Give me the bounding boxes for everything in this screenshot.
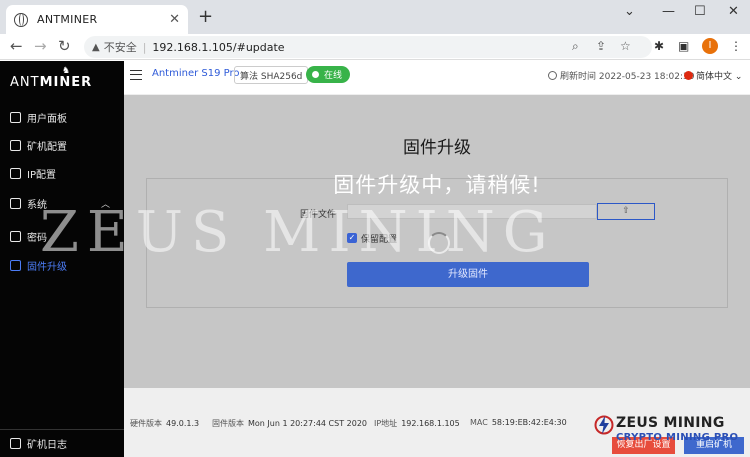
log-icon xyxy=(10,438,21,449)
top-header: Antminer S19 Pro 算法 SHA256d 在线 刷新时间 2022… xyxy=(124,61,750,95)
reload-icon[interactable]: ↻ xyxy=(58,37,71,55)
upgrade-firmware-button[interactable]: 升级固件 xyxy=(347,262,589,287)
lock-icon xyxy=(10,230,21,242)
extensions-icon[interactable]: ✱ xyxy=(654,39,664,53)
browser-tab-bar: ANTMINER ✕ + ⌄ — ☐ ✕ xyxy=(0,0,750,34)
upgrade-icon xyxy=(10,259,21,271)
zoom-icon[interactable]: ⌕ xyxy=(572,39,579,54)
separator: | xyxy=(142,40,147,54)
app-window: ANTMINER ✕ + ⌄ — ☐ ✕ ← → ↻ ▲ 不安全 | 192.1… xyxy=(0,0,750,457)
bookmark-star-icon[interactable]: ☆ xyxy=(620,39,631,53)
profile-avatar[interactable]: I xyxy=(702,38,718,54)
china-flag-icon xyxy=(684,71,693,80)
sidebar-item-label: 矿机配置 xyxy=(27,141,67,153)
firmware-value: Mon Jun 1 20:27:44 CST 2020 xyxy=(248,419,368,428)
algorithm-badge: 算法 SHA256d xyxy=(234,66,309,84)
clock-icon xyxy=(548,71,557,80)
logo-ant: ANT xyxy=(10,75,40,90)
warning-icon: ▲ xyxy=(92,41,100,53)
mac-value: 58:19:EB:42:E4:30 xyxy=(491,418,567,427)
globe-icon xyxy=(14,12,28,27)
sidebar-item-label: 矿机日志 xyxy=(27,440,67,451)
address-toolbar: ← → ↻ ▲ 不安全 | 192.168.1.105/#update ⌕ ⇪ … xyxy=(0,34,750,60)
miner-model: Antminer S19 Pro xyxy=(152,68,240,79)
hamburger-menu-icon[interactable] xyxy=(130,70,142,80)
minimize-icon[interactable]: — xyxy=(662,4,675,19)
sidebar-item-dashboard[interactable]: 用户面板 xyxy=(0,104,124,130)
status-badge: 在线 xyxy=(306,66,351,83)
sidebar-item-label: IP配置 xyxy=(27,169,56,181)
firmware-label: 固件版本 xyxy=(212,419,244,428)
chevron-down-icon[interactable]: ⌄ xyxy=(624,4,635,19)
config-icon xyxy=(10,139,21,151)
logo-miner: MINER xyxy=(39,75,93,90)
ip-value: 192.168.1.105 xyxy=(401,419,460,428)
url-text: 192.168.1.105/#update xyxy=(152,40,285,54)
sliders-icon xyxy=(10,167,21,179)
upgrading-message: 固件升级中，请稍候! xyxy=(333,173,541,197)
zeus-lightning-logo-icon xyxy=(594,415,614,435)
language-label: 简体中文 xyxy=(696,72,733,82)
upload-icon: ⇧ xyxy=(622,206,630,216)
ip-address: IP地址 192.168.1.105 xyxy=(374,418,460,429)
page-title: 固件升级 xyxy=(403,138,471,158)
sidebar-item-ip-config[interactable]: IP配置 xyxy=(0,160,124,186)
hardware-value: 49.0.1.3 xyxy=(166,419,200,428)
chevron-down-icon: ⌄ xyxy=(734,72,743,82)
hardware-label: 硬件版本 xyxy=(130,419,162,428)
sidepanel-icon[interactable]: ▣ xyxy=(678,39,689,53)
sidebar-item-label: 用户面板 xyxy=(27,113,67,125)
share-icon[interactable]: ⇪ xyxy=(596,39,606,53)
maximize-icon[interactable]: ☐ xyxy=(694,4,706,19)
brand-watermark-line2: CRYPTO MINING PRO xyxy=(616,432,739,443)
mac-address: MAC 58:19:EB:42:E4:30 xyxy=(470,418,567,427)
refresh-label: 刷新时间 xyxy=(560,72,597,82)
forward-arrow-icon[interactable]: → xyxy=(34,37,47,55)
close-window-icon[interactable]: ✕ xyxy=(728,4,739,19)
browser-tab[interactable]: ANTMINER ✕ xyxy=(6,5,188,34)
new-tab-button[interactable]: + xyxy=(198,8,213,26)
security-label: 不安全 xyxy=(103,41,137,54)
refresh-time-value: 2022-05-23 18:02:30 xyxy=(598,72,695,82)
hardware-version: 硬件版本 49.0.1.3 xyxy=(130,418,199,429)
menu-dots-icon[interactable]: ⋮ xyxy=(730,39,742,53)
language-selector[interactable]: 简体中文 ⌄ xyxy=(684,69,742,82)
tab-title: ANTMINER xyxy=(37,13,98,26)
upload-button[interactable]: ⇧ xyxy=(597,203,655,220)
mac-label: MAC xyxy=(470,418,488,427)
logo-mark-icon: ♞ xyxy=(62,66,72,76)
brand-watermark-line1: ZEUS MINING xyxy=(616,415,725,431)
dashboard-icon xyxy=(10,111,21,123)
sidebar-item-miner-config[interactable]: 矿机配置 xyxy=(0,132,124,158)
grid-icon xyxy=(10,197,21,209)
firmware-version: 固件版本 Mon Jun 1 20:27:44 CST 2020 xyxy=(212,418,367,429)
ip-label: IP地址 xyxy=(374,419,398,428)
sidebar-item-miner-log[interactable]: 矿机日志 xyxy=(0,429,124,457)
address-bar[interactable]: ▲ 不安全 | 192.168.1.105/#update ⌕ ⇪ ☆ xyxy=(84,36,652,58)
tab-close-icon[interactable]: ✕ xyxy=(169,12,180,27)
refresh-time[interactable]: 刷新时间 2022-05-23 18:02:30 xyxy=(548,69,694,82)
antminer-logo: ♞ ANTMINER xyxy=(10,66,93,90)
back-arrow-icon[interactable]: ← xyxy=(10,37,23,55)
watermark-text: ZEUS MINING xyxy=(40,200,556,265)
